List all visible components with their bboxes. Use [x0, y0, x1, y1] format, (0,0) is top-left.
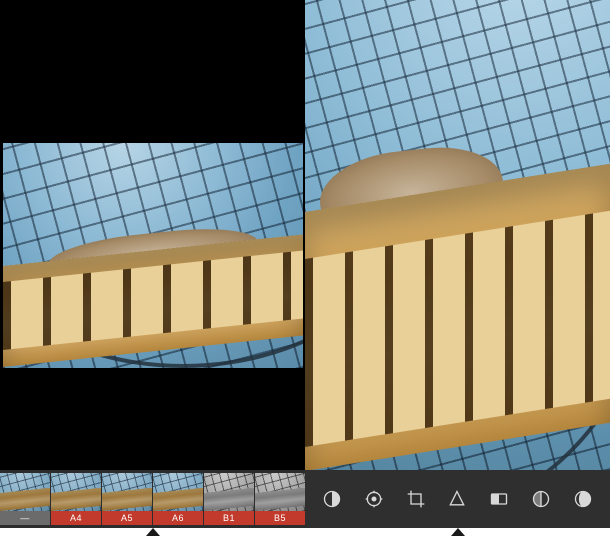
filter-label: —	[0, 511, 50, 525]
exposure-icon[interactable]	[524, 482, 558, 516]
contrast-icon[interactable]	[315, 482, 349, 516]
photo-preview-right	[305, 0, 610, 470]
filter-indicator-bar	[0, 528, 305, 542]
filter-thumb-b1[interactable]: B1	[204, 473, 254, 525]
filter-thumb-a4[interactable]: A4	[51, 473, 101, 525]
preview-right[interactable]	[305, 0, 610, 470]
shadows-icon[interactable]	[566, 482, 600, 516]
filter-thumb-a6[interactable]: A6	[153, 473, 203, 525]
filter-label: A5	[102, 511, 152, 525]
tool-strip	[305, 470, 610, 528]
caret-up-icon	[146, 528, 160, 536]
filter-thumb-none[interactable]: —	[0, 473, 50, 525]
right-panel	[305, 0, 610, 542]
photo-preview-left	[3, 143, 303, 368]
filter-label: B5	[255, 511, 305, 525]
tool-indicator-bar	[305, 528, 610, 542]
left-panel: —A4A5A6B1B5	[0, 0, 305, 542]
filter-strip[interactable]: —A4A5A6B1B5	[0, 470, 305, 528]
vignette-icon[interactable]	[482, 482, 516, 516]
sharpen-icon[interactable]	[440, 482, 474, 516]
preview-left[interactable]	[0, 0, 305, 470]
crop-icon[interactable]	[399, 482, 433, 516]
filter-label: B1	[204, 511, 254, 525]
filter-label: A6	[153, 511, 203, 525]
adjust-icon[interactable]	[357, 482, 391, 516]
caret-up-icon	[451, 528, 465, 536]
filter-thumb-a5[interactable]: A5	[102, 473, 152, 525]
filter-thumb-b5[interactable]: B5	[255, 473, 305, 525]
filter-label: A4	[51, 511, 101, 525]
